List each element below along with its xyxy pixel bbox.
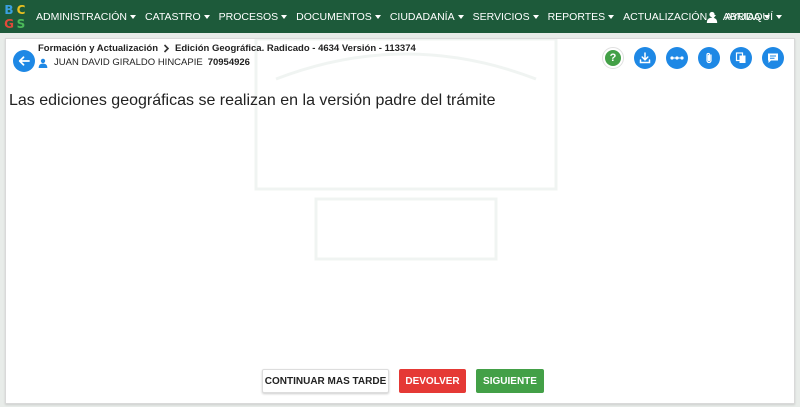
- user-menu[interactable]: ABRIAQUÍ: [706, 0, 782, 33]
- caret-down-icon: [203, 14, 210, 19]
- help-button[interactable]: ?: [602, 47, 624, 69]
- more-button[interactable]: [666, 47, 688, 69]
- caret-down-icon: [374, 14, 381, 19]
- applicant-id: 70954926: [207, 57, 250, 68]
- more-icon: [670, 56, 684, 60]
- person-icon: [38, 58, 48, 68]
- menu-actualizacion[interactable]: ACTUALIZACIÓN: [623, 11, 717, 23]
- caret-down-icon: [130, 14, 137, 19]
- breadcrumb-parent[interactable]: Formación y Actualización: [38, 43, 158, 54]
- menu-ciudadania[interactable]: CIUDADANÍA: [390, 11, 464, 23]
- breadcrumb: Formación y Actualización Edición Geográ…: [38, 43, 416, 54]
- menu-procesos[interactable]: PROCESOS: [219, 11, 288, 23]
- download-button[interactable]: [634, 47, 656, 69]
- menu-reportes[interactable]: REPORTES: [548, 11, 615, 23]
- user-icon: [706, 11, 718, 23]
- help-icon: ?: [605, 50, 621, 66]
- chevron-right-icon: [163, 44, 170, 53]
- back-button[interactable]: [13, 50, 35, 72]
- menu-catastro[interactable]: CATASTRO: [145, 11, 210, 23]
- download-icon: [639, 52, 651, 64]
- continue-later-button[interactable]: CONTINUAR MAS TARDE: [262, 369, 389, 393]
- attachment-icon: [706, 52, 712, 64]
- attachment-button[interactable]: [698, 47, 720, 69]
- applicant-info: JUAN DAVID GIRALDO HINCAPIE 70954926: [38, 57, 250, 68]
- applicant-name: JUAN DAVID GIRALDO HINCAPIE: [54, 57, 203, 68]
- comment-button[interactable]: [762, 47, 784, 69]
- copy-button[interactable]: [730, 47, 752, 69]
- app-logo[interactable]: B C G S: [2, 0, 28, 33]
- return-button[interactable]: DEVOLVER: [399, 369, 466, 393]
- comment-icon: [768, 53, 778, 63]
- arrow-left-icon: [18, 56, 30, 66]
- caret-down-icon: [457, 14, 464, 19]
- copy-icon: [735, 52, 746, 63]
- action-toolbar: ?: [592, 47, 784, 69]
- user-name: ABRIAQUÍ: [722, 10, 773, 23]
- main-card: Formación y Actualización Edición Geográ…: [5, 38, 795, 404]
- caret-down-icon: [776, 14, 782, 19]
- menu-documentos[interactable]: DOCUMENTOS: [296, 11, 381, 23]
- caret-down-icon: [608, 14, 615, 19]
- main-menu: ADMINISTRACIÓN CATASTRO PROCESOS DOCUMEN…: [36, 11, 779, 23]
- top-navbar: B C G S ADMINISTRACIÓN CATASTRO PROCESOS…: [0, 0, 800, 33]
- info-message: Las ediciones geográficas se realizan en…: [9, 92, 496, 109]
- next-button[interactable]: SIGUIENTE: [476, 369, 544, 393]
- watermark-emblem: [254, 39, 558, 261]
- footer-actions: CONTINUAR MAS TARDE DEVOLVER SIGUIENTE: [262, 369, 554, 393]
- caret-down-icon: [532, 14, 539, 19]
- caret-down-icon: [281, 14, 288, 19]
- breadcrumb-current: Edición Geográfica. Radicado - 4634 Vers…: [175, 43, 416, 54]
- menu-servicios[interactable]: SERVICIOS: [473, 11, 539, 23]
- menu-administracion[interactable]: ADMINISTRACIÓN: [36, 11, 137, 23]
